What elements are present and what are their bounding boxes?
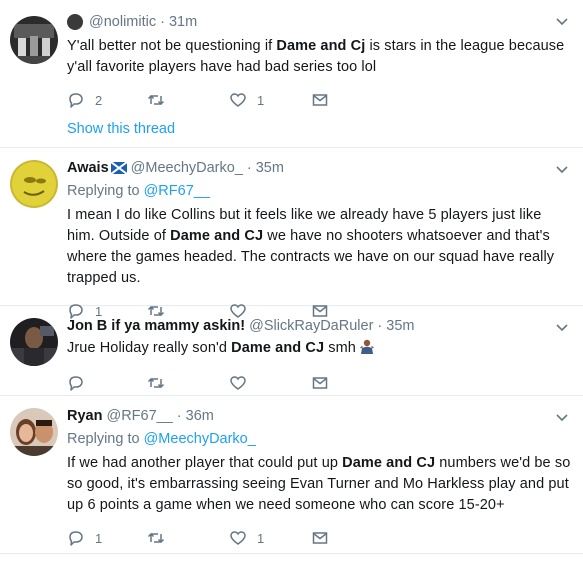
chevron-down-icon[interactable] [555,14,569,28]
user-handle[interactable]: @nolimitic [89,12,156,32]
separator: · [377,318,383,334]
like-count: 1 [257,92,265,108]
like-button[interactable] [229,374,311,392]
tweet[interactable]: Awais @MeechyDarko_ · 35m Replying to @R… [0,148,583,319]
message-button[interactable] [311,91,391,109]
user-name[interactable]: Awais [67,158,109,178]
avatar[interactable] [10,16,58,64]
like-icon [230,93,246,107]
retweet-icon [147,377,165,389]
avatar[interactable] [10,318,58,366]
reply-button[interactable]: 2 [67,91,147,109]
replying-to-link[interactable]: @RF67__ [144,183,210,199]
tweet[interactable]: Ryan @RF67__ · 36m Replying to @MeechyDa… [0,396,583,554]
profile-badge-icon [67,14,83,30]
user-handle[interactable]: @MeechyDarko_ [131,158,243,178]
reply-icon [69,93,83,108]
like-button[interactable]: 1 [229,529,311,547]
scotland-flag-icon [110,162,127,174]
chevron-down-icon[interactable] [555,162,569,176]
chevron-down-icon[interactable] [555,320,569,334]
separator: · [246,160,252,176]
like-icon [230,531,246,545]
retweet-icon [147,532,165,544]
tweet-text: Jrue Holiday really son'd Dame and CJ sm… [67,338,571,359]
tweet-actions: 2 1 [67,90,571,110]
tweet-feed: @nolimitic · 31m Y'all better not be que… [0,0,583,561]
message-icon [312,532,328,544]
user-name[interactable]: Ryan [67,406,102,426]
reply-icon [69,376,83,391]
timestamp[interactable]: 35m [386,316,414,336]
reply-icon [69,531,83,546]
like-count: 1 [257,530,265,546]
like-button[interactable]: 1 [229,91,311,109]
tweet-text: Y'all better not be questioning if Dame … [67,38,565,75]
man-shrugging-emoji-icon [360,339,374,354]
avatar[interactable] [10,408,58,456]
timestamp[interactable]: 35m [256,158,284,178]
tweet-actions [67,373,571,393]
message-button[interactable] [311,374,391,392]
like-icon [230,376,246,390]
reply-count: 1 [95,530,103,546]
timestamp[interactable]: 36m [186,406,214,426]
retweet-button[interactable] [147,374,229,392]
replying-to-link[interactable]: @MeechyDarko_ [144,431,256,447]
show-thread-link[interactable]: Show this thread [67,121,571,137]
user-handle[interactable]: @RF67__ [106,406,172,426]
avatar[interactable] [10,160,58,208]
replying-to: Replying to @MeechyDarko_ [67,431,256,447]
retweet-button[interactable] [147,529,229,547]
tweet[interactable]: Jon B if ya mammy askin! @SlickRayDaRule… [0,306,583,396]
message-icon [312,377,328,389]
user-name[interactable]: Jon B if ya mammy askin! [67,316,245,336]
message-button[interactable] [311,529,391,547]
tweet-actions: 1 1 [67,528,571,548]
tweet-text: If we had another player that could put … [67,455,571,513]
reply-count: 2 [95,92,103,108]
message-icon [312,94,328,106]
tweet[interactable]: @nolimitic · 31m Y'all better not be que… [0,0,583,148]
retweet-icon [147,94,165,106]
reply-button[interactable]: 1 [67,529,147,547]
chevron-down-icon[interactable] [555,410,569,424]
user-handle[interactable]: @SlickRayDaRuler [249,316,373,336]
replying-to: Replying to @RF67__ [67,183,210,199]
retweet-button[interactable] [147,91,229,109]
tweet-text: I mean I do like Collins but it feels li… [67,207,555,286]
reply-button[interactable] [67,374,147,392]
timestamp[interactable]: 31m [169,12,197,32]
separator: · [176,408,182,424]
separator: · [160,14,165,30]
